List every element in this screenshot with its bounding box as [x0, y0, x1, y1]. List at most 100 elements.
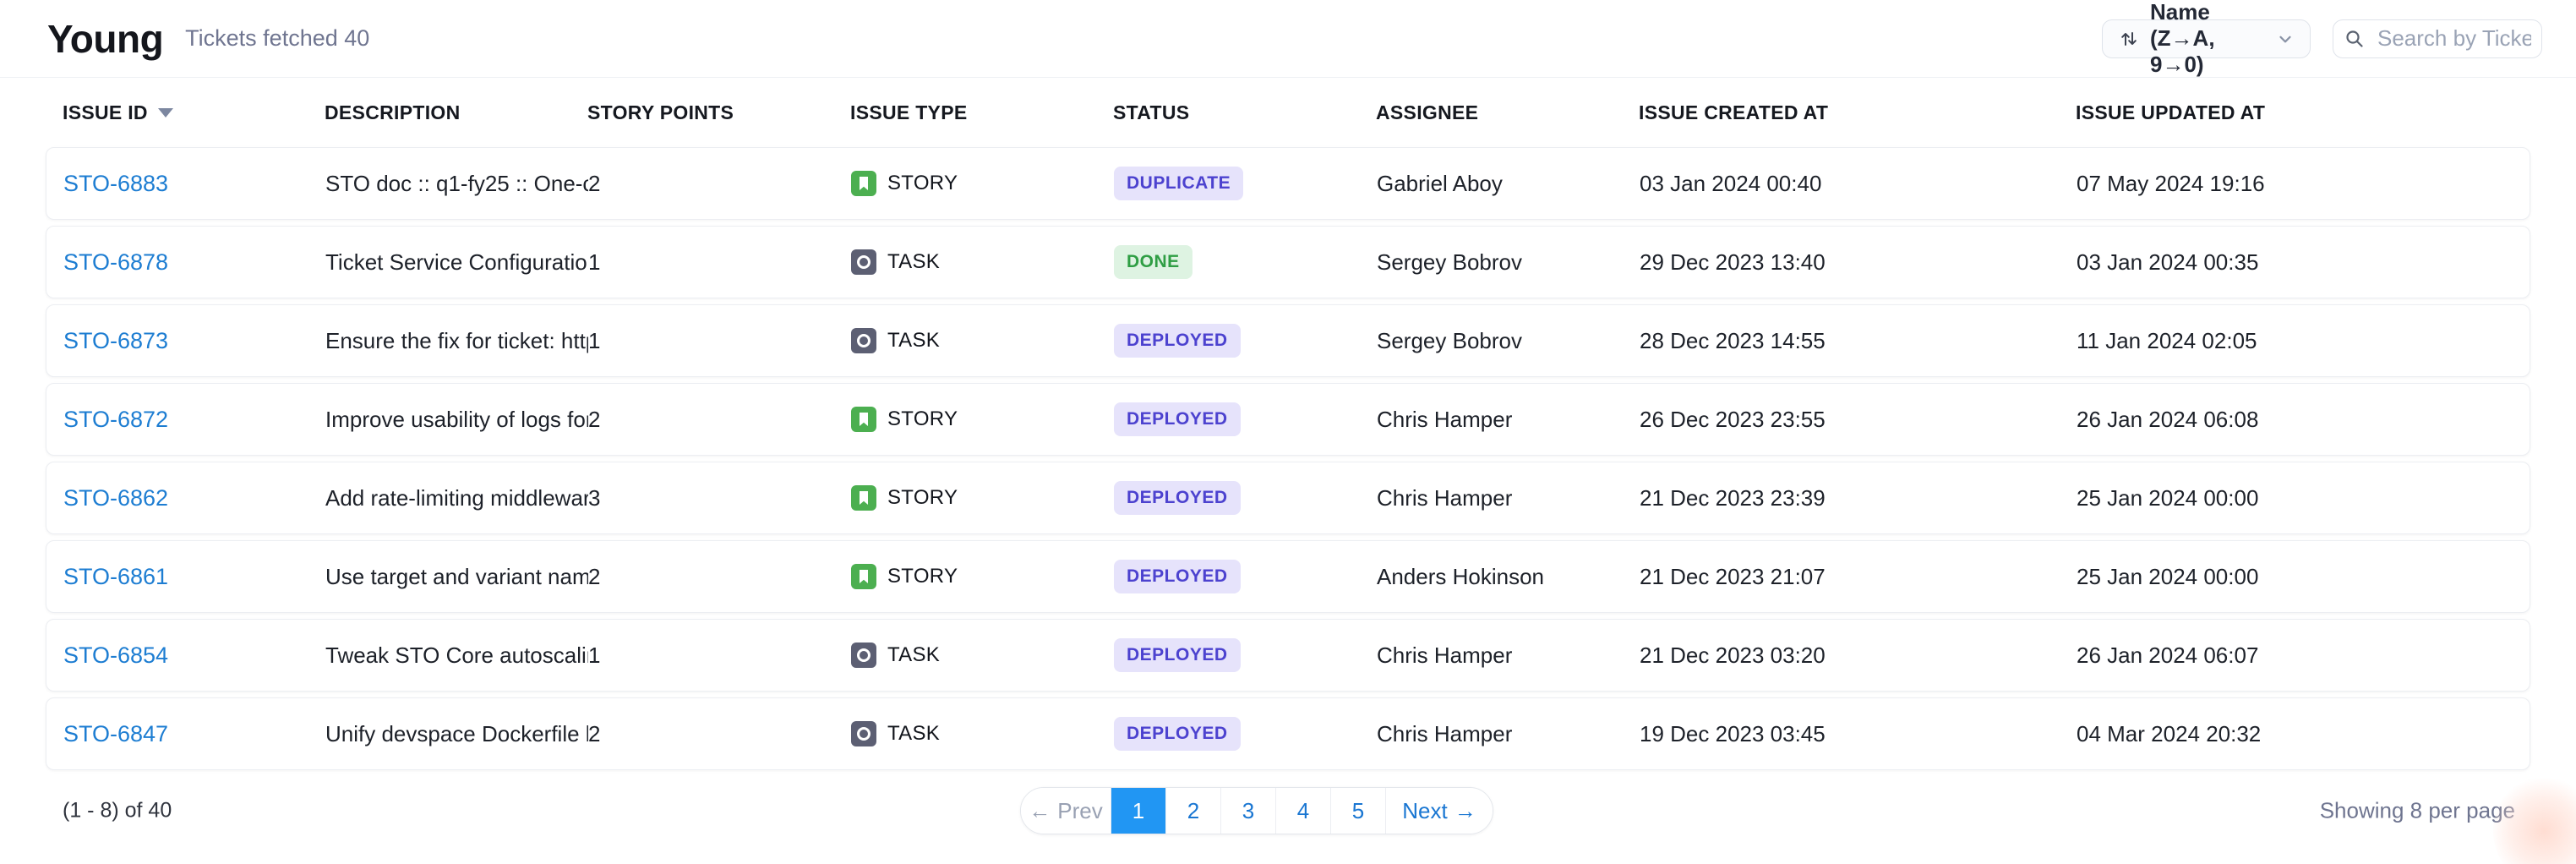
- column-header-issue-id[interactable]: Issue ID: [63, 101, 325, 124]
- column-header-issue-created-at: Issue Created At: [1639, 101, 2076, 124]
- issue-type-cell: Task: [851, 249, 1114, 275]
- description-cell: Ensure the fix for ticket: https://h...: [325, 328, 588, 354]
- sort-dropdown[interactable]: Name (Z→A, 9→0): [2102, 19, 2311, 58]
- column-header-story-points: Story Points: [587, 101, 850, 124]
- assignee-cell: Sergey Bobrov: [1377, 249, 1640, 276]
- description-cell: Add rate-limiting middleware to S...: [325, 485, 588, 511]
- issue-type-label: Task: [887, 722, 940, 746]
- ticket-id-link[interactable]: STO-6861: [63, 564, 168, 589]
- status-badge: DONE: [1114, 245, 1192, 279]
- description-cell: Tweak STO Core autoscaling par...: [325, 643, 588, 669]
- issue-type-cell: Task: [851, 643, 1114, 668]
- table-row: STO-6872 Improve usability of logs for f…: [46, 383, 2530, 456]
- table-row: STO-6854 Tweak STO Core autoscaling par.…: [46, 619, 2530, 692]
- updated-at-cell: 03 Jan 2024 00:35: [2077, 249, 2530, 276]
- story-icon: [851, 407, 876, 432]
- table-row: STO-6883 STO doc :: q1-fy25 :: One-click…: [46, 147, 2530, 220]
- column-header-issue-updated-at: Issue Updated At: [2076, 101, 2530, 124]
- issue-type-cell: Story: [851, 485, 1114, 511]
- created-at-cell: 21 Dec 2023 23:39: [1640, 485, 2077, 511]
- assignee-cell: Sergey Bobrov: [1377, 328, 1640, 354]
- ticket-id-link[interactable]: STO-6883: [63, 171, 168, 196]
- ticket-id-link[interactable]: STO-6878: [63, 249, 168, 275]
- description-cell: STO doc :: q1-fy25 :: One-click e...: [325, 171, 588, 197]
- story-icon: [851, 564, 876, 589]
- story-points-cell: 2: [588, 171, 851, 197]
- created-at-cell: 28 Dec 2023 14:55: [1640, 328, 2077, 354]
- updated-at-cell: 26 Jan 2024 06:08: [2077, 407, 2530, 433]
- search-container: [2333, 19, 2542, 58]
- ticket-id-link[interactable]: STO-6872: [63, 407, 168, 432]
- story-points-cell: 1: [588, 643, 851, 669]
- table-row: STO-6862 Add rate-limiting middleware to…: [46, 462, 2530, 534]
- sort-arrows-icon: [2118, 28, 2140, 50]
- ticket-id-link[interactable]: STO-6862: [63, 485, 168, 511]
- assignee-cell: Chris Hamper: [1377, 407, 1640, 433]
- tickets-fetched-count: Tickets fetched 40: [185, 25, 369, 52]
- prev-page-button[interactable]: ← Prev: [1021, 788, 1111, 834]
- result-range-text: (1 - 8) of 40: [63, 799, 172, 823]
- story-icon: [851, 485, 876, 511]
- task-icon: [851, 249, 876, 275]
- issue-type-label: Story: [887, 486, 958, 510]
- sort-direction-icon: [158, 108, 173, 118]
- table-row: STO-6878 Ticket Service Configuration 1 …: [46, 226, 2530, 298]
- updated-at-cell: 11 Jan 2024 02:05: [2077, 328, 2530, 354]
- created-at-cell: 21 Dec 2023 21:07: [1640, 564, 2077, 590]
- assignee-cell: Chris Hamper: [1377, 643, 1640, 669]
- ticket-id-link[interactable]: STO-6873: [63, 328, 168, 353]
- page-button-2[interactable]: 2: [1166, 788, 1221, 834]
- issue-type-label: Story: [887, 407, 958, 431]
- pagination-bar: (1 - 8) of 40 ← Prev 1 2 3 4 5 Next → Sh…: [46, 787, 2530, 834]
- per-page-text: Showing 8 per page: [2320, 798, 2515, 824]
- updated-at-cell: 25 Jan 2024 00:00: [2077, 485, 2530, 511]
- status-badge: DUPLICATE: [1114, 167, 1243, 200]
- description-cell: Use target and variant name sear...: [325, 564, 588, 590]
- page-button-5[interactable]: 5: [1331, 788, 1386, 834]
- status-badge: DEPLOYED: [1114, 324, 1241, 358]
- updated-at-cell: 04 Mar 2024 20:32: [2077, 721, 2530, 747]
- page-button-3[interactable]: 3: [1221, 788, 1276, 834]
- search-icon: [2344, 29, 2365, 49]
- table-row: STO-6873 Ensure the fix for ticket: http…: [46, 304, 2530, 377]
- issue-type-cell: Story: [851, 564, 1114, 589]
- issue-type-label: Task: [887, 250, 940, 274]
- story-icon: [851, 171, 876, 196]
- story-points-cell: 1: [588, 249, 851, 276]
- table-row: STO-6847 Unify devspace Dockerfile build…: [46, 697, 2530, 770]
- assignee-cell: Gabriel Aboy: [1377, 171, 1640, 197]
- column-header-issue-type: Issue Type: [850, 101, 1113, 124]
- page-button-4[interactable]: 4: [1276, 788, 1331, 834]
- assignee-cell: Anders Hokinson: [1377, 564, 1640, 590]
- created-at-cell: 19 Dec 2023 03:45: [1640, 721, 2077, 747]
- assignee-cell: Chris Hamper: [1377, 721, 1640, 747]
- arrow-left-icon: ←: [1029, 798, 1051, 824]
- issue-type-cell: Task: [851, 328, 1114, 353]
- column-header-status: Status: [1113, 101, 1376, 124]
- issue-type-label: Task: [887, 643, 940, 667]
- chevron-down-icon: [2276, 30, 2295, 48]
- issue-type-label: Story: [887, 565, 958, 588]
- table-row: STO-6861 Use target and variant name sea…: [46, 540, 2530, 613]
- updated-at-cell: 07 May 2024 19:16: [2077, 171, 2530, 197]
- issue-type-cell: Task: [851, 721, 1114, 746]
- created-at-cell: 26 Dec 2023 23:55: [1640, 407, 2077, 433]
- story-points-cell: 3: [588, 485, 851, 511]
- task-icon: [851, 721, 876, 746]
- issue-type-cell: Story: [851, 407, 1114, 432]
- task-icon: [851, 643, 876, 668]
- sort-dropdown-label: Name (Z→A, 9→0): [2150, 0, 2266, 78]
- ticket-id-link[interactable]: STO-6847: [63, 721, 168, 746]
- created-at-cell: 21 Dec 2023 03:20: [1640, 643, 2077, 669]
- status-badge: DEPLOYED: [1114, 402, 1241, 436]
- description-cell: Improve usability of logs for failur...: [325, 407, 588, 433]
- column-header-description: Description: [325, 101, 587, 124]
- ticket-id-link[interactable]: STO-6854: [63, 643, 168, 668]
- next-page-button[interactable]: Next →: [1386, 788, 1493, 834]
- story-points-cell: 2: [588, 407, 851, 433]
- issue-type-label: Task: [887, 329, 940, 353]
- issue-type-label: Story: [887, 172, 958, 195]
- status-badge: DEPLOYED: [1114, 638, 1241, 672]
- page-button-1[interactable]: 1: [1111, 788, 1166, 834]
- created-at-cell: 03 Jan 2024 00:40: [1640, 171, 2077, 197]
